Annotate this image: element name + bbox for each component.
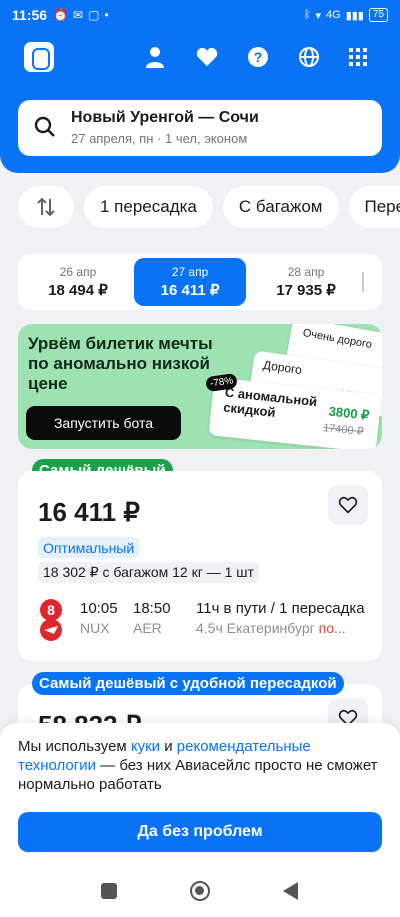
date-selector: 26 апр 18 494 ₽ 27 апр 16 411 ₽ 28 апр 1… [18,254,382,310]
cookie-text: Мы используем куки и рекомендательные те… [18,737,378,794]
departure-airport: NUX [80,620,110,636]
date-option[interactable]: 26 апр 18 494 ₽ [22,258,134,306]
wifi-icon: ▾ [315,9,322,22]
cookie-consent-sheet: Мы используем куки и рекомендательные те… [0,723,400,917]
status-bar: 11:56 ⏰ ✉ ▢ • ᛒ ▾ 4G ▮▮▮ 75 [0,0,400,30]
filter-chips: 1 пересадка С багажом Перес [18,186,400,228]
cookie-text-part: и [160,738,177,755]
cookies-link[interactable]: куки [131,738,160,755]
fare-option-badge: Оптимальный [38,537,140,558]
ticket-old-price: 17400 ₽ [322,422,365,439]
app-header: ? Новый Уренгой — Сочи 27 апреля, пн · 1… [0,30,400,173]
sort-button[interactable] [18,186,74,228]
signal-icon: ▮▮▮ [345,9,364,22]
promo-banner[interactable]: Урвём билетик мечты по аномально низкой … [18,324,382,449]
profile-icon[interactable] [140,42,170,72]
search-box[interactable]: Новый Уренгой — Сочи 27 апреля, пн · 1 ч… [18,100,382,156]
date-price: 18 494 ₽ [48,282,108,299]
date-label: 28 апр [287,265,325,279]
alarm-icon: ⏰ [53,8,68,22]
home-icon[interactable] [190,881,210,901]
search-icon [34,116,56,143]
recent-apps-icon[interactable] [101,883,117,899]
filter-transfer[interactable]: Перес [348,186,400,228]
ticket-card-cheapest[interactable]: 16 411 ₽ Оптимальный 18 302 ₽ с багажом … [18,471,382,661]
arrival-time: 18:50 [133,600,171,617]
network-label: 4G [326,9,341,21]
services-grid-icon[interactable] [343,42,373,72]
cookie-text-part: Мы используем [18,738,131,755]
system-icons: ᛒ ▾ 4G ▮▮▮ 75 [304,8,388,22]
banner-title: Урвём билетик мечты по аномально низкой … [28,334,213,393]
ticket-price: 3800 ₽ [328,403,371,423]
filter-one-transfer[interactable]: 1 пересадка [84,186,213,228]
svg-text:8: 8 [47,602,55,618]
airline-logo: 8 [36,599,66,641]
language-icon[interactable] [294,42,324,72]
date-price: 16 411 ₽ [160,282,220,299]
date-option[interactable]: 28 апр 17 935 ₽ [250,258,362,306]
ticket-label: Очень дорого [301,327,373,352]
departure-time: 10:05 [80,600,118,617]
ticket-label: Дорого [262,357,303,378]
layover-warning: по... [318,620,346,636]
favorites-icon[interactable] [192,42,222,72]
help-icon[interactable]: ? [243,42,273,72]
dot-icon: • [104,8,109,22]
start-bot-button[interactable]: Запустить бота [26,406,181,440]
date-divider [362,272,364,292]
sim-icon: ▢ [88,8,100,22]
accept-cookies-button[interactable]: Да без проблем [18,812,382,852]
date-label: 26 апр [59,265,97,279]
date-price: 17 935 ₽ [276,282,336,299]
svg-text:?: ? [254,49,263,65]
search-route: Новый Уренгой — Сочи [71,109,259,126]
back-icon[interactable] [283,882,298,900]
status-time: 11:56 [12,7,48,23]
date-option-selected[interactable]: 27 апр 16 411 ₽ [134,258,246,306]
notification-icons: ⏰ ✉ ▢ • [53,8,109,22]
convenient-transfer-badge: Самый дешёвый с удобной пересадкой [32,672,344,695]
search-details: 27 апреля, пн · 1 чел, эконом [71,131,248,146]
bluetooth-icon: ᛒ [303,9,311,21]
arrival-airport: AER [133,620,162,636]
favorite-button[interactable] [328,485,368,525]
battery-icon: 75 [368,8,388,22]
message-icon: ✉ [73,8,84,22]
ticket-price: 16 411 ₽ [38,497,140,527]
system-nav-bar [0,871,400,911]
app-logo[interactable] [24,42,54,72]
baggage-price: 18 302 ₽ с багажом 12 кг — 1 шт [38,562,259,583]
ticket-label: С аномальной скидкой [222,384,318,420]
layover-city: 4.5ч Екатеринбург [196,620,315,636]
date-label: 27 апр [171,265,209,279]
filter-baggage[interactable]: С багажом [222,186,339,228]
flight-duration: 11ч в пути / 1 пересадка [196,600,365,617]
layover-info: 4.5ч Екатеринбург по... [196,620,346,636]
